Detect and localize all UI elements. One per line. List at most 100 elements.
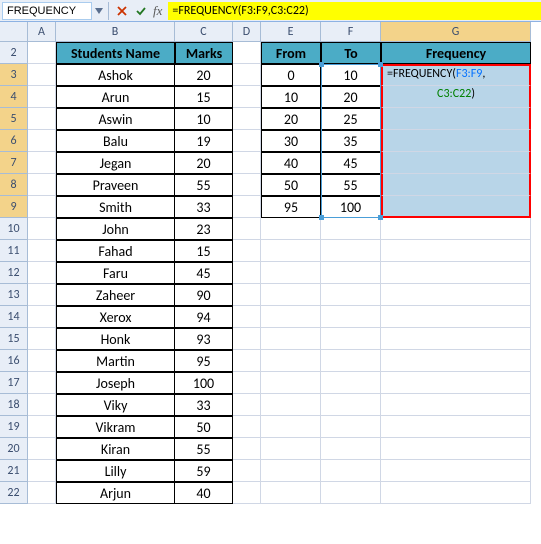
cell[interactable]: 90 <box>175 284 233 306</box>
cell[interactable] <box>381 174 531 196</box>
cell[interactable]: 50 <box>175 416 233 438</box>
cell[interactable]: 93 <box>175 328 233 350</box>
cell[interactable] <box>28 174 56 196</box>
row-header[interactable]: 5 <box>0 108 28 130</box>
cell[interactable] <box>28 416 56 438</box>
cell[interactable]: 20 <box>261 108 321 130</box>
cell[interactable]: Faru <box>56 262 175 284</box>
cell[interactable] <box>261 482 321 504</box>
cell[interactable]: 20 <box>175 64 233 86</box>
col-header-B[interactable]: B <box>56 22 175 42</box>
cell[interactable] <box>381 262 531 284</box>
enter-icon[interactable] <box>132 2 150 20</box>
cell[interactable]: 20 <box>175 152 233 174</box>
cell[interactable]: 40 <box>175 482 233 504</box>
row-header[interactable]: 19 <box>0 416 28 438</box>
col-header-E[interactable]: E <box>261 22 321 42</box>
cell[interactable] <box>233 372 261 394</box>
cell[interactable] <box>321 438 381 460</box>
col-header-C[interactable]: C <box>175 22 233 42</box>
row-header[interactable]: 18 <box>0 394 28 416</box>
cell[interactable]: 55 <box>175 174 233 196</box>
cell[interactable] <box>321 262 381 284</box>
cell[interactable] <box>321 416 381 438</box>
cell[interactable] <box>381 306 531 328</box>
cell[interactable] <box>381 218 531 240</box>
cell[interactable] <box>381 130 531 152</box>
cell[interactable]: Jegan <box>56 152 175 174</box>
cell[interactable] <box>261 460 321 482</box>
cell[interactable] <box>233 174 261 196</box>
row-header[interactable]: 3 <box>0 64 28 86</box>
cell[interactable] <box>381 350 531 372</box>
cancel-icon[interactable] <box>113 2 131 20</box>
cell[interactable]: C3:C22) <box>381 86 531 108</box>
cell[interactable] <box>321 460 381 482</box>
formula-bar-input[interactable] <box>168 2 541 20</box>
header-to[interactable]: To <box>321 42 381 64</box>
cell[interactable] <box>261 218 321 240</box>
header-marks[interactable]: Marks <box>175 42 233 64</box>
cell[interactable] <box>321 482 381 504</box>
cell[interactable] <box>261 438 321 460</box>
cell[interactable]: Vikram <box>56 416 175 438</box>
cell[interactable] <box>233 350 261 372</box>
cell[interactable]: Arjun <box>56 482 175 504</box>
row-header[interactable]: 17 <box>0 372 28 394</box>
cell[interactable]: 19 <box>175 130 233 152</box>
cell[interactable] <box>233 196 261 218</box>
header-students[interactable]: Students Name <box>56 42 175 64</box>
cell[interactable]: 15 <box>175 86 233 108</box>
cell[interactable] <box>233 306 261 328</box>
cell[interactable]: Ashok <box>56 64 175 86</box>
cell[interactable] <box>28 130 56 152</box>
row-header[interactable]: 22 <box>0 482 28 504</box>
cell[interactable] <box>233 86 261 108</box>
cell[interactable]: 45 <box>321 152 381 174</box>
cell[interactable] <box>233 152 261 174</box>
cell[interactable] <box>28 240 56 262</box>
cell[interactable] <box>321 218 381 240</box>
row-header[interactable]: 21 <box>0 460 28 482</box>
cell[interactable] <box>233 42 261 64</box>
cell[interactable]: 100 <box>321 196 381 218</box>
cell[interactable] <box>261 306 321 328</box>
cell[interactable]: Xerox <box>56 306 175 328</box>
select-all-corner[interactable] <box>0 22 28 42</box>
cell[interactable] <box>321 372 381 394</box>
cell[interactable] <box>261 372 321 394</box>
cell[interactable] <box>321 394 381 416</box>
cell[interactable] <box>28 42 56 64</box>
cell[interactable]: Zaheer <box>56 284 175 306</box>
cell[interactable]: Joseph <box>56 372 175 394</box>
cell[interactable] <box>28 86 56 108</box>
cell[interactable]: 33 <box>175 196 233 218</box>
cell[interactable]: Honk <box>56 328 175 350</box>
cell[interactable]: 94 <box>175 306 233 328</box>
row-header[interactable]: 14 <box>0 306 28 328</box>
cell[interactable]: 55 <box>175 438 233 460</box>
cell[interactable]: 0 <box>261 64 321 86</box>
cell[interactable] <box>233 108 261 130</box>
row-header[interactable]: 10 <box>0 218 28 240</box>
cell[interactable] <box>28 306 56 328</box>
cell[interactable] <box>233 482 261 504</box>
cell[interactable]: 55 <box>321 174 381 196</box>
cell[interactable]: 40 <box>261 152 321 174</box>
cell[interactable] <box>381 196 531 218</box>
cell[interactable]: 10 <box>261 86 321 108</box>
cell[interactable] <box>381 240 531 262</box>
header-from[interactable]: From <box>261 42 321 64</box>
cell[interactable]: 10 <box>175 108 233 130</box>
cell[interactable] <box>28 372 56 394</box>
cell[interactable]: Lilly <box>56 460 175 482</box>
name-box[interactable] <box>2 2 92 20</box>
cell[interactable] <box>28 196 56 218</box>
cell[interactable] <box>261 350 321 372</box>
cell[interactable] <box>381 372 531 394</box>
namebox-dropdown[interactable] <box>92 2 106 20</box>
header-frequency[interactable]: Frequency <box>381 42 531 64</box>
cell[interactable] <box>28 438 56 460</box>
cell[interactable] <box>381 460 531 482</box>
fx-icon[interactable]: fx <box>151 3 164 19</box>
